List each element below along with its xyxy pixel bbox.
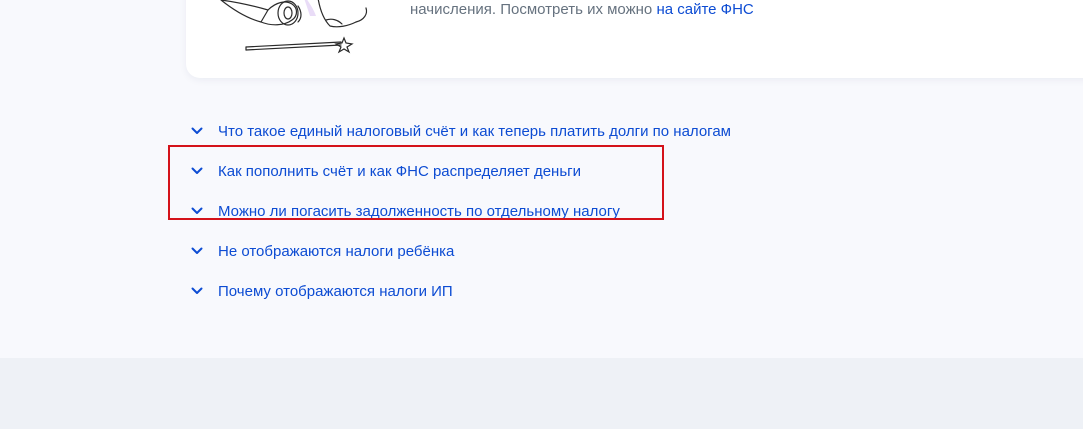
chevron-down-icon bbox=[190, 284, 204, 298]
magic-wand-illustration bbox=[220, 0, 368, 54]
chevron-down-icon bbox=[190, 164, 204, 178]
chevron-down-icon bbox=[190, 244, 204, 258]
card-text: начисления. Посмотреть их можно на сайте… bbox=[410, 0, 754, 20]
footer bbox=[0, 358, 1083, 429]
faq-item-label: Что такое единый налоговый счёт и как те… bbox=[218, 122, 731, 140]
faq-item-label: Не отображаются налоги ребёнка bbox=[218, 242, 455, 260]
page: начисления. Посмотреть их можно на сайте… bbox=[0, 0, 1083, 429]
faq-item-single-tax-account[interactable]: Что такое единый налоговый счёт и как те… bbox=[190, 111, 810, 151]
faq-item-label: Как пополнить счёт и как ФНС распределяе… bbox=[218, 162, 582, 180]
chevron-down-icon bbox=[190, 204, 204, 218]
card-text-body: начисления. Посмотреть их можно bbox=[410, 1, 657, 18]
faq-item-label: Можно ли погасить задолженность по отдел… bbox=[218, 202, 620, 220]
chevron-down-icon bbox=[190, 124, 204, 138]
faq-item-top-up-account[interactable]: Как пополнить счёт и как ФНС распределяе… bbox=[190, 151, 810, 191]
faq-list: Что такое единый налоговый счёт и как те… bbox=[190, 111, 810, 311]
faq-item-label: Почему отображаются налоги ИП bbox=[218, 282, 453, 300]
faq-item-ip-taxes[interactable]: Почему отображаются налоги ИП bbox=[190, 271, 810, 311]
faq-item-pay-specific-tax[interactable]: Можно ли погасить задолженность по отдел… bbox=[190, 191, 810, 231]
faq-item-child-taxes[interactable]: Не отображаются налоги ребёнка bbox=[190, 231, 810, 271]
fns-site-link[interactable]: на сайте ФНС bbox=[656, 1, 753, 18]
info-card: начисления. Посмотреть их можно на сайте… bbox=[186, 0, 1083, 78]
